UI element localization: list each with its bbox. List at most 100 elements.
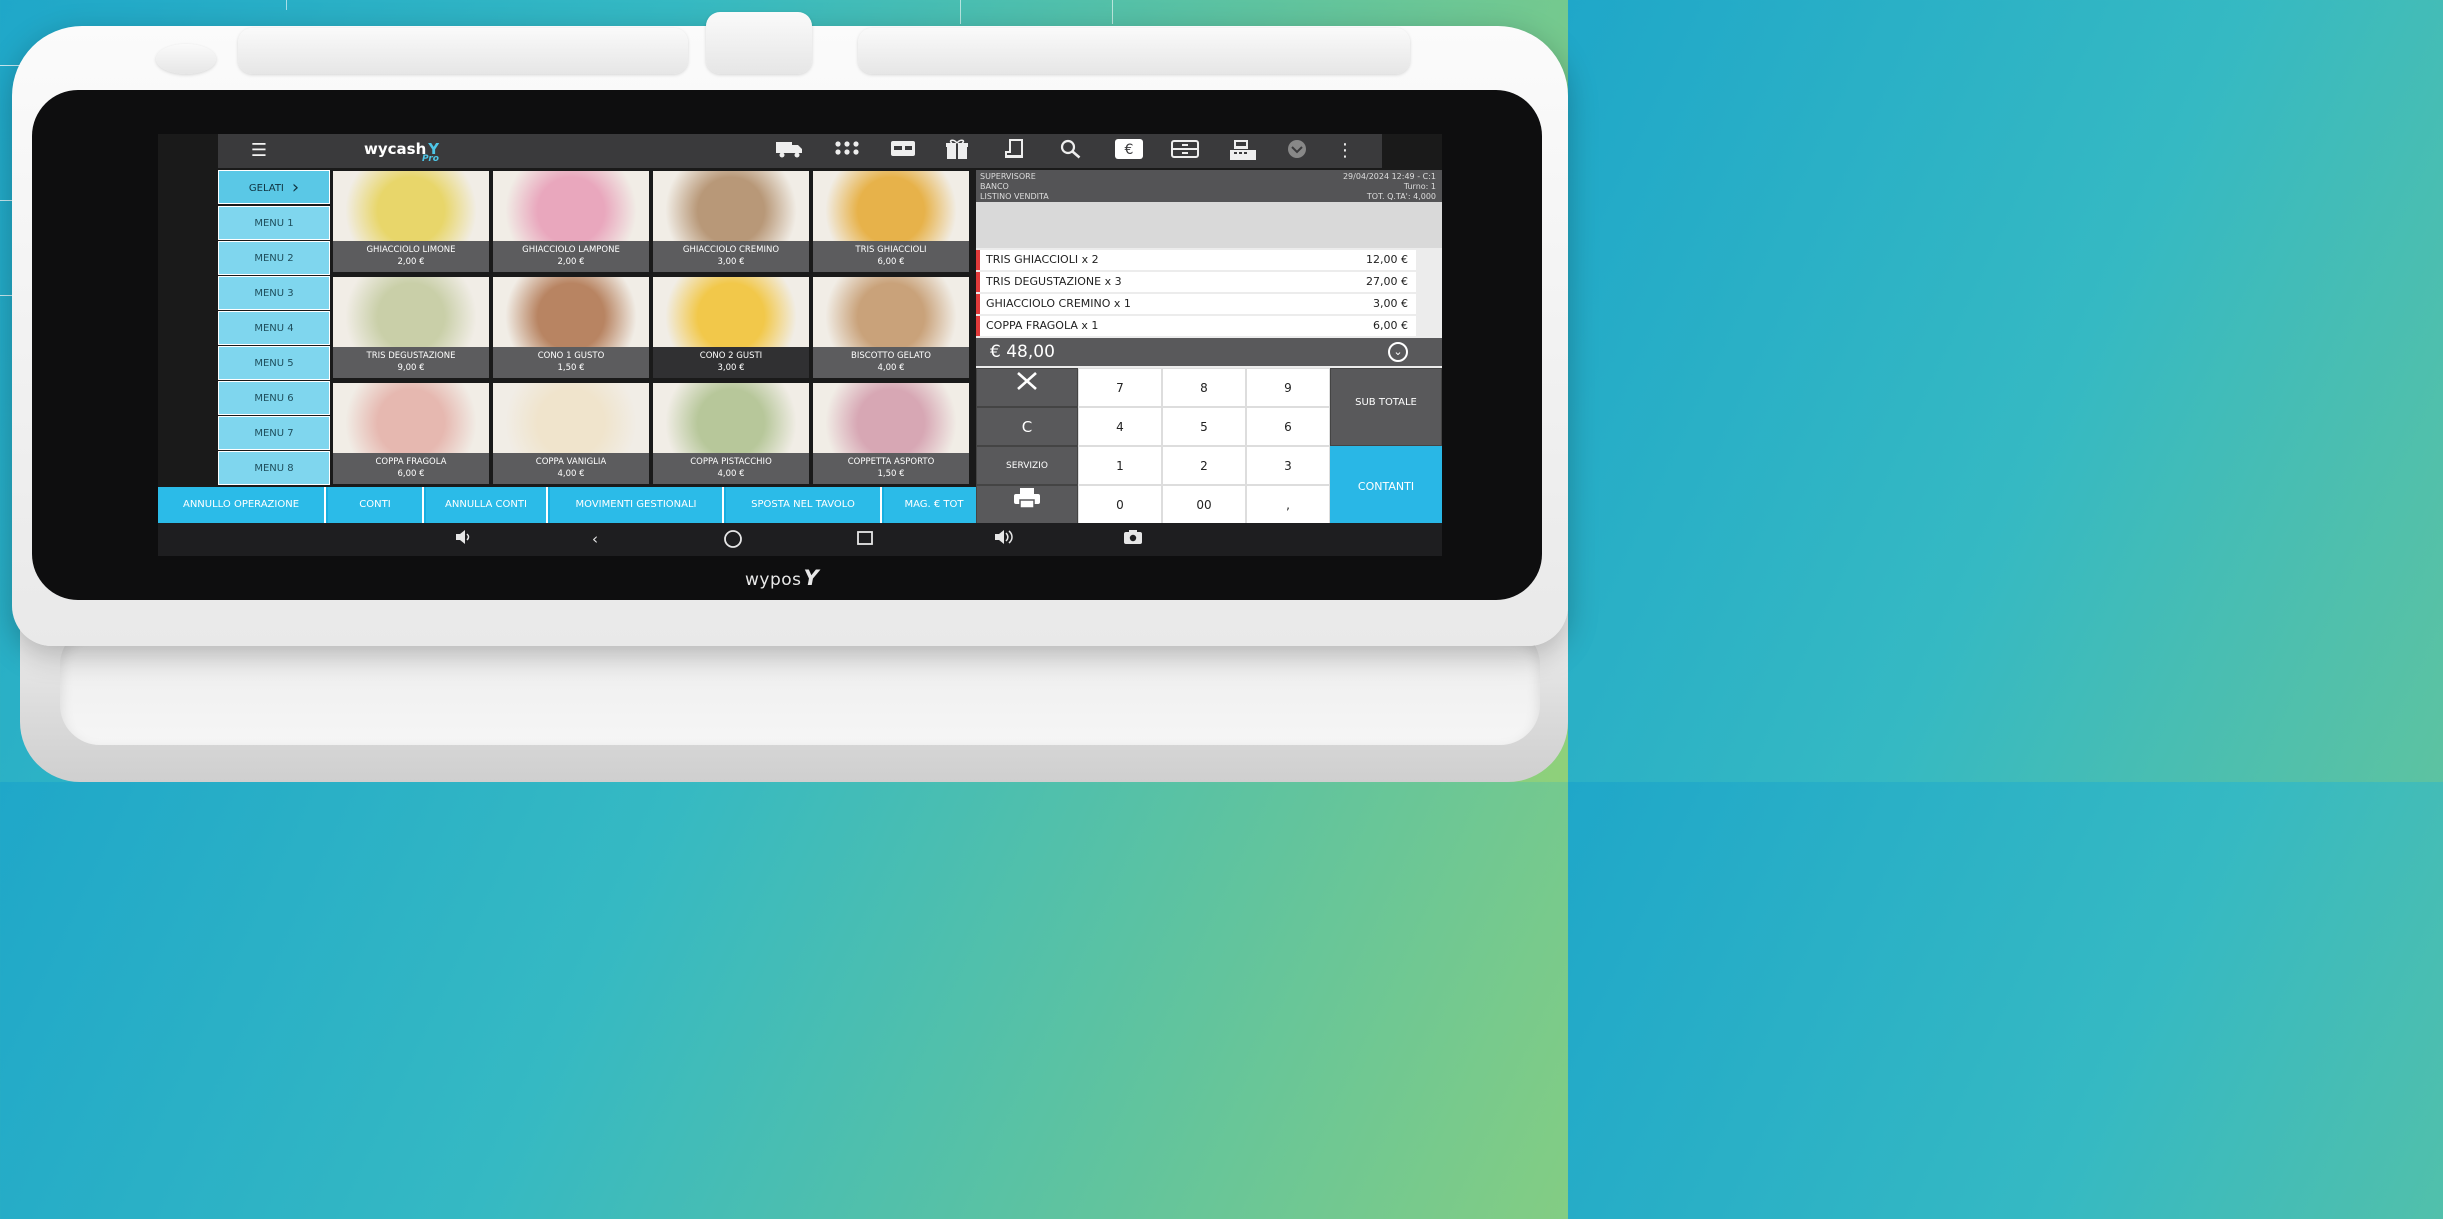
card-icon[interactable] <box>886 138 920 164</box>
product-price: 3,00 € <box>717 363 745 373</box>
menu-icon[interactable]: ☰ <box>242 138 276 164</box>
product-tile[interactable]: COPPETTA ASPORTO 1,50 € <box>812 382 970 485</box>
background-line <box>960 0 961 24</box>
order-line[interactable]: TRIS GHIACCIOLI x 2 12,00 € <box>976 250 1416 270</box>
product-tile[interactable]: COPPA PISTACCHIO 4,00 € <box>652 382 810 485</box>
cash-drawer-icon[interactable] <box>1168 138 1202 164</box>
digit-key-5[interactable]: 5 <box>1162 407 1246 446</box>
order-line-amount: 27,00 € <box>1366 275 1408 288</box>
app-logo: wycash Y Pro <box>364 140 440 164</box>
shift-label: Turno: 1 <box>1403 182 1436 191</box>
background-line <box>1112 0 1113 24</box>
management-movements-button[interactable]: MOVIMENTI GESTIONALI <box>550 487 724 523</box>
product-tile[interactable]: GHIACCIOLO LAMPONE 2,00 € <box>492 170 650 273</box>
product-tile[interactable]: COPPA VANIGLIA 4,00 € <box>492 382 650 485</box>
printer-icon <box>1014 488 1040 509</box>
apps-grid-icon[interactable] <box>830 138 864 164</box>
category-menu-5[interactable]: MENU 5 <box>218 346 330 380</box>
receipt-printer-icon[interactable] <box>998 138 1032 164</box>
product-image <box>813 277 969 349</box>
category-menu-1[interactable]: MENU 1 <box>218 206 330 240</box>
product-tile[interactable]: GHIACCIOLO CREMINO 3,00 € <box>652 170 810 273</box>
chevron-down-icon[interactable]: ⌄ <box>1388 342 1408 362</box>
product-price: 6,00 € <box>877 257 905 267</box>
order-line[interactable]: TRIS DEGUSTAZIONE x 3 27,00 € <box>976 272 1416 292</box>
product-name: TRIS DEGUSTAZIONE <box>366 351 456 361</box>
euro-icon[interactable]: € <box>1112 138 1146 164</box>
product-price: 2,00 € <box>557 257 585 267</box>
product-tile[interactable]: CONO 2 GUSTI 3,00 € <box>652 276 810 379</box>
order-line-label: TRIS DEGUSTAZIONE x 3 <box>986 275 1122 288</box>
digit-key-0[interactable]: 0 <box>1078 485 1162 524</box>
recents-icon[interactable] <box>852 528 878 550</box>
product-tile[interactable]: GHIACCIOLO LIMONE 2,00 € <box>332 170 490 273</box>
order-line-amount: 3,00 € <box>1373 297 1408 310</box>
digit-key-3[interactable]: 3 <box>1246 446 1330 485</box>
product-image <box>333 383 489 455</box>
order-line-label: COPPA FRAGOLA x 1 <box>986 319 1099 332</box>
back-icon[interactable]: ‹ <box>582 528 608 550</box>
product-image <box>653 383 809 455</box>
gift-icon[interactable] <box>940 138 974 164</box>
delete-key[interactable] <box>976 368 1078 407</box>
background-line <box>286 0 287 10</box>
cancel-operation-button[interactable]: ANNULLO OPERAZIONE <box>158 487 326 523</box>
product-price: 2,00 € <box>397 257 425 267</box>
clear-key[interactable]: C <box>976 407 1078 446</box>
digit-key-6[interactable]: 6 <box>1246 407 1330 446</box>
service-key[interactable]: SERVIZIO <box>976 446 1078 485</box>
product-name: COPPA FRAGOLA <box>375 457 447 467</box>
category-menu-4[interactable]: MENU 4 <box>218 311 330 345</box>
product-image <box>653 277 809 349</box>
order-total-amount: € 48,00 <box>990 342 1055 362</box>
system-nav-bar: ‹ <box>158 523 1442 556</box>
search-icon[interactable] <box>1054 138 1088 164</box>
product-tile[interactable]: TRIS DEGUSTAZIONE 9,00 € <box>332 276 490 379</box>
category-menu-8[interactable]: MENU 8 <box>218 451 330 485</box>
category-gelati[interactable]: GELATI › <box>218 170 330 204</box>
digit-key-7[interactable]: 7 <box>1078 368 1162 407</box>
category-menu-3[interactable]: MENU 3 <box>218 276 330 310</box>
cash-register-icon[interactable] <box>1226 138 1260 164</box>
digit-key-2[interactable]: 2 <box>1162 446 1246 485</box>
category-menu-7[interactable]: MENU 7 <box>218 416 330 450</box>
product-tile[interactable]: COPPA FRAGOLA 6,00 € <box>332 382 490 485</box>
digit-key-00[interactable]: 00 <box>1162 485 1246 524</box>
subtotal-key[interactable]: SUB TOTALE <box>1330 368 1442 446</box>
mag-total-button[interactable]: MAG. € TOT <box>884 487 984 523</box>
close-icon <box>1017 372 1037 390</box>
home-icon[interactable] <box>720 528 746 550</box>
dropdown-circle-icon[interactable] <box>1280 138 1314 164</box>
volume-down-icon[interactable] <box>450 528 476 550</box>
order-line-label: GHIACCIOLO CREMINO x 1 <box>986 297 1131 310</box>
product-tile[interactable]: BISCOTTO GELATO 4,00 € <box>812 276 970 379</box>
product-tile[interactable]: TRIS GHIACCIOLI 6,00 € <box>812 170 970 273</box>
product-grid: GHIACCIOLO LIMONE 2,00 € GHIACCIOLO LAMPO… <box>332 170 974 490</box>
digit-key-4[interactable]: 4 <box>1078 407 1162 446</box>
product-image <box>813 171 969 243</box>
category-menu-6[interactable]: MENU 6 <box>218 381 330 415</box>
decimal-key[interactable]: , <box>1246 485 1330 524</box>
more-vert-icon[interactable]: ⋮ <box>1328 138 1362 164</box>
category-menu-2[interactable]: MENU 2 <box>218 241 330 275</box>
volume-up-icon[interactable] <box>990 528 1016 550</box>
product-image <box>653 171 809 243</box>
top-bar: ☰ wycash Y Pro € ⋮ <box>218 134 1382 168</box>
digit-key-8[interactable]: 8 <box>1162 368 1246 407</box>
device-top-button[interactable] <box>706 12 812 74</box>
screenshot-icon[interactable] <box>1120 528 1146 550</box>
product-tile[interactable]: CONO 1 GUSTO 1,50 € <box>492 276 650 379</box>
move-to-table-button[interactable]: SPOSTA NEL TAVOLO <box>726 487 882 523</box>
product-image <box>333 277 489 349</box>
cancel-accounts-button[interactable]: ANNULLA CONTI <box>426 487 548 523</box>
order-line[interactable]: COPPA FRAGOLA x 1 6,00 € <box>976 316 1416 336</box>
accounts-button[interactable]: CONTI <box>328 487 424 523</box>
print-key[interactable] <box>976 485 1078 524</box>
order-line[interactable]: GHIACCIOLO CREMINO x 1 3,00 € <box>976 294 1416 314</box>
quantity-total-label: TOT. Q.TA': 4,000 <box>1366 192 1436 201</box>
digit-key-1[interactable]: 1 <box>1078 446 1162 485</box>
delivery-truck-icon[interactable] <box>772 138 806 164</box>
product-name: TRIS GHIACCIOLI <box>855 245 927 255</box>
cash-payment-key[interactable]: CONTANTI <box>1330 446 1442 526</box>
digit-key-9[interactable]: 9 <box>1246 368 1330 407</box>
